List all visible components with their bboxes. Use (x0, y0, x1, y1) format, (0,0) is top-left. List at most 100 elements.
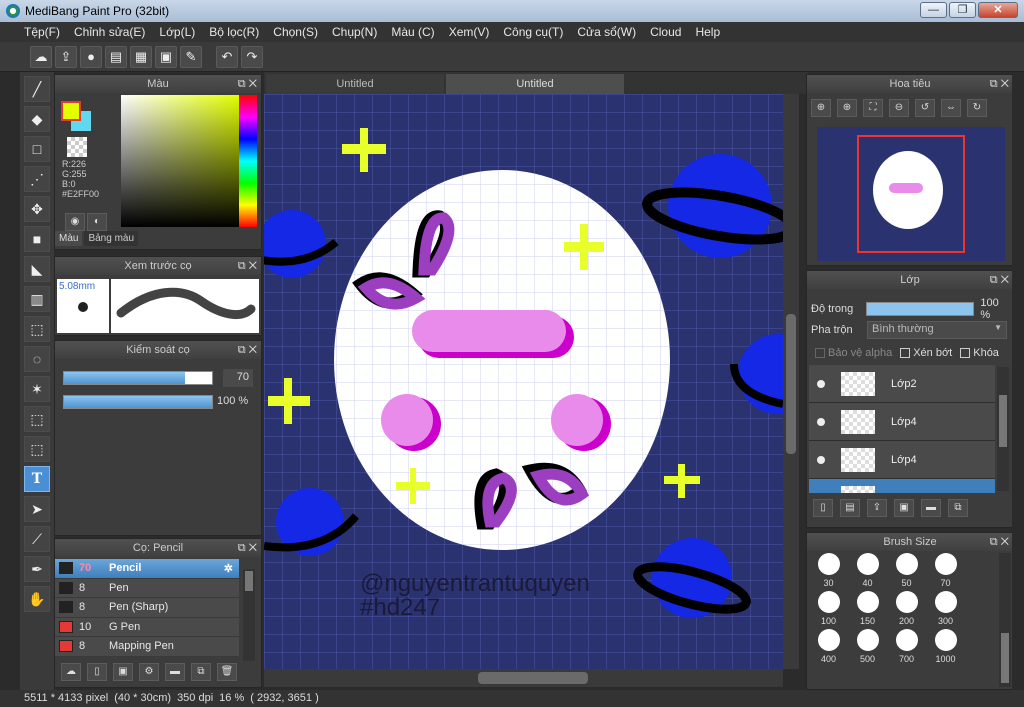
brush-settings-icon[interactable]: ⚙ (139, 663, 159, 681)
select-rect-icon[interactable]: ⬚ (24, 316, 50, 342)
canvas-horizontal-scrollbar[interactable] (264, 669, 783, 687)
share-icon[interactable]: ⇪ (55, 45, 77, 68)
zoom-in-icon[interactable]: ⊕ (811, 99, 831, 117)
brush-size-option[interactable]: 70 (926, 551, 965, 589)
navigator-thumbnail[interactable] (817, 127, 1005, 261)
brush-size-value[interactable]: 70 (223, 369, 253, 387)
brush-size-option[interactable]: 400 (809, 627, 848, 665)
color-wheel-icon[interactable]: ◉ (65, 213, 85, 231)
blend-mode-select[interactable]: Bình thường ▼ (867, 321, 1007, 339)
brush-size-slider[interactable] (63, 371, 213, 385)
menu-item[interactable]: Chọn(S) (273, 25, 318, 39)
lasso-icon[interactable]: ◌ (24, 346, 50, 372)
menu-item[interactable]: Lớp(L) (159, 25, 195, 39)
brush-folder-icon[interactable]: ▬ (165, 663, 185, 681)
minimize-button[interactable]: — (920, 2, 947, 18)
alpha-protect-checkbox[interactable]: Bảo vệ alpha (815, 347, 892, 359)
menu-item[interactable]: Xem(V) (449, 25, 490, 39)
panel-close-icon[interactable]: ⧉ ✕ (990, 533, 1009, 551)
panel-close-icon[interactable]: ⧉ ✕ (238, 75, 257, 93)
eraser-icon[interactable]: ◆ (24, 106, 50, 132)
brush-add-icon[interactable]: ▣ (113, 663, 133, 681)
layer-item[interactable]: Lớp2 (809, 365, 995, 403)
grid-icon[interactable]: ▣ (155, 45, 177, 68)
brush-size-scrollbar[interactable] (999, 553, 1011, 687)
brush-list-scrollbar[interactable] (243, 569, 255, 661)
magic-wand-icon[interactable]: ✶ (24, 376, 50, 402)
menu-item[interactable]: Chỉnh sửa(E) (74, 25, 145, 39)
select-eraser-icon[interactable]: ⬚ (24, 436, 50, 462)
tab-untitled-1[interactable]: Untitled (266, 74, 444, 94)
foreground-color-swatch[interactable] (61, 101, 81, 121)
cloud-icon[interactable]: ☁ (30, 45, 52, 68)
maximize-button[interactable]: ❐ (949, 2, 976, 18)
hue-slider[interactable] (239, 95, 257, 227)
dotted-brush-icon[interactable]: ⋰ (24, 166, 50, 192)
visibility-icon[interactable] (817, 379, 825, 388)
layer-copy-icon[interactable]: ⧉ (948, 499, 968, 517)
rotate-right-icon[interactable]: ↻ (967, 99, 987, 117)
brush-size-option[interactable]: 500 (848, 627, 887, 665)
fill-rect-icon[interactable]: ■ (24, 226, 50, 252)
rotate-left-icon[interactable]: ↺ (915, 99, 935, 117)
brush-size-option[interactable]: 30 (809, 551, 848, 589)
layer-folder-icon[interactable]: ▬ (921, 499, 941, 517)
menu-item[interactable]: Bộ lọc(R) (209, 25, 259, 39)
brush-item[interactable]: 70 Pencil ✲ (55, 559, 239, 579)
move-icon[interactable]: ✥ (24, 196, 50, 222)
layer-opacity-slider[interactable] (866, 302, 975, 316)
new-layer-icon[interactable]: ▯ (813, 499, 833, 517)
panel-close-icon[interactable]: ⧉ ✕ (990, 271, 1009, 289)
gear-icon[interactable]: ✲ (224, 562, 233, 575)
redo-icon[interactable]: ↷ (241, 45, 263, 68)
panel-close-icon[interactable]: ⧉ ✕ (990, 75, 1009, 93)
brush-item[interactable]: 10 G Pen (55, 617, 239, 637)
brush-cloud-icon[interactable]: ☁ (61, 663, 81, 681)
close-button[interactable]: ✕ (978, 2, 1018, 18)
brush-size-option[interactable]: 100 (809, 589, 848, 627)
edit-icon[interactable]: ✎ (180, 45, 202, 68)
new-layer-2-icon[interactable]: ▤ (840, 499, 860, 517)
gradient-icon[interactable]: ▥ (24, 286, 50, 312)
bucket-icon[interactable]: ◣ (24, 256, 50, 282)
menu-item[interactable]: Help (695, 25, 720, 39)
color-picker-square[interactable] (121, 95, 239, 227)
brush-opacity-slider[interactable] (63, 395, 213, 409)
layer-item[interactable]: @nguyentran (809, 479, 995, 493)
brush-size-option[interactable]: 300 (926, 589, 965, 627)
panel-close-icon[interactable]: ⧉ ✕ (238, 257, 257, 275)
menu-item[interactable]: Chụp(N) (332, 25, 377, 39)
panel-close-icon[interactable]: ⧉ ✕ (238, 539, 257, 557)
tab-palette[interactable]: Bảng màu (84, 231, 139, 246)
lock-checkbox[interactable]: Khóa (960, 347, 999, 359)
zoom-in-2-icon[interactable]: ⊕ (837, 99, 857, 117)
drawing-canvas[interactable]: @nguyentrantuquyen #hd247 (264, 94, 783, 669)
brush-size-option[interactable]: 40 (848, 551, 887, 589)
menu-item[interactable]: Cloud (650, 25, 681, 39)
panel-close-icon[interactable]: ⧉ ✕ (238, 341, 257, 359)
clipping-checkbox[interactable]: Xén bớt (900, 347, 952, 359)
brush-item[interactable]: 8 Mapping Pen (55, 637, 239, 657)
comment-icon[interactable]: ● (80, 45, 102, 68)
brush-size-option[interactable]: 50 (887, 551, 926, 589)
tab-untitled-2[interactable]: Untitled (446, 74, 624, 94)
text-icon[interactable]: T (24, 466, 50, 492)
operation-icon[interactable]: ➤ (24, 496, 50, 522)
brush-item[interactable]: 8 Pen (Sharp) (55, 598, 239, 618)
visibility-icon[interactable] (817, 417, 825, 426)
layer-menu-icon[interactable]: ▣ (894, 499, 914, 517)
rectangle-icon[interactable]: □ (24, 136, 50, 162)
fit-screen-icon[interactable]: ⛶ (863, 99, 883, 117)
canvas-vertical-scrollbar[interactable] (783, 94, 799, 669)
brush-icon[interactable]: ╱ (24, 76, 50, 102)
chat-icon[interactable]: ▤ (105, 45, 127, 68)
eyedropper-icon[interactable]: ✒ (24, 556, 50, 582)
hand-icon[interactable]: ✋ (24, 586, 50, 612)
undo-icon[interactable]: ↶ (216, 45, 238, 68)
brush-copy-icon[interactable]: ⧉ (191, 663, 211, 681)
brush-item[interactable]: 8 Pen (55, 578, 239, 598)
brush-size-option[interactable]: 150 (848, 589, 887, 627)
menu-item[interactable]: Tệp(F) (24, 25, 60, 39)
brush-size-option[interactable]: 200 (887, 589, 926, 627)
document-icon[interactable]: ▦ (130, 45, 152, 68)
